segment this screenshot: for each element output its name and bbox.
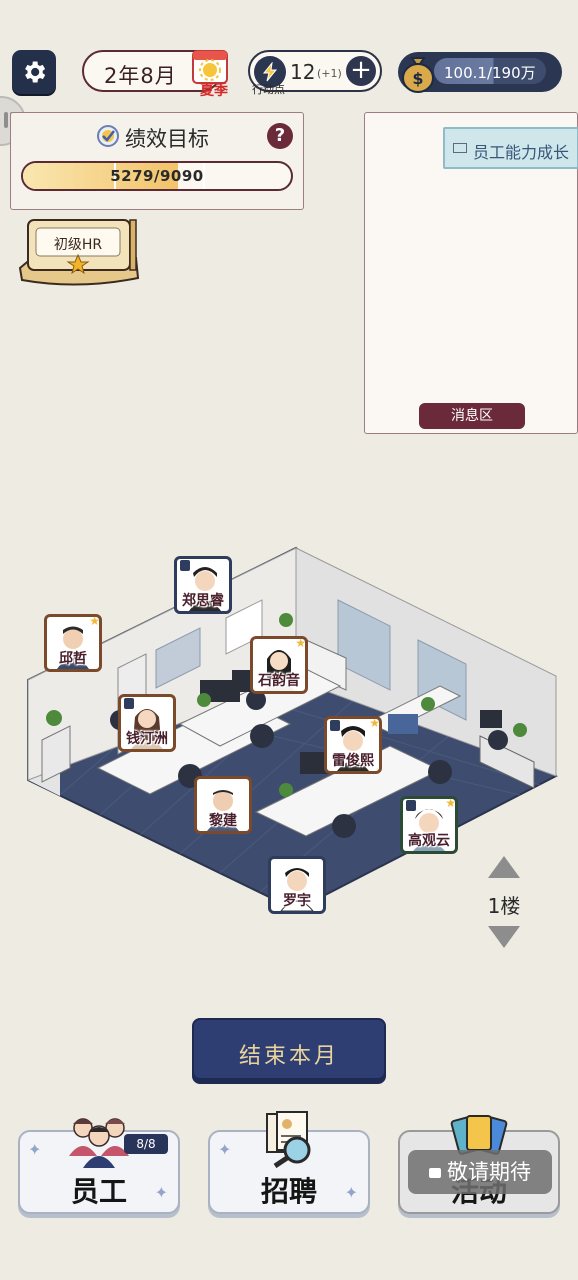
help-button[interactable]: ? xyxy=(267,123,293,149)
gear-icon xyxy=(25,61,46,83)
season-label: 夏季 xyxy=(200,83,228,99)
employee-card[interactable]: 郑思睿 xyxy=(174,556,232,614)
employee-card[interactable]: 罗宇 xyxy=(268,856,326,914)
envelope-icon xyxy=(453,143,467,153)
lock-icon xyxy=(429,1168,441,1178)
performance-value: 5279/9090 xyxy=(110,167,204,185)
employee-name: 石韵音 xyxy=(258,673,300,689)
recruit-button[interactable]: ✦ ✦ 招聘 xyxy=(208,1111,370,1214)
star-icon: ★ xyxy=(89,614,100,628)
message-item[interactable]: 员工能力成长 xyxy=(443,127,578,169)
floor-up-arrow-icon[interactable] xyxy=(488,856,520,878)
employee-name: 黎建 xyxy=(209,813,237,829)
message-zone-label[interactable]: 消息区 xyxy=(419,403,525,429)
activity-button[interactable]: 活动 敬请期待 xyxy=(398,1115,560,1214)
star-icon: ★ xyxy=(295,636,306,650)
employee-name: 雷俊熙 xyxy=(332,753,374,769)
message-item-text: 员工能力成长 xyxy=(473,143,570,162)
end-month-button[interactable]: 结束本月 xyxy=(192,1018,386,1084)
employee-card[interactable]: 钱汀洲 xyxy=(118,694,176,752)
message-panel: 员工能力成长 消息区 xyxy=(364,112,578,434)
date-text: 2年8月 xyxy=(104,64,177,88)
end-month-label: 结束本月 xyxy=(238,1044,339,1069)
employee-card[interactable]: ★ 高观云 xyxy=(400,796,458,854)
employee-name: 高观云 xyxy=(408,833,450,849)
floor-label: 1楼 xyxy=(487,894,521,918)
employee-card[interactable]: 黎建 xyxy=(194,776,252,834)
star-icon: ★ xyxy=(369,716,380,730)
employee-card[interactable]: ★ 邱哲 xyxy=(44,614,102,672)
staff-group-icon xyxy=(69,1118,129,1168)
manager-badge-icon xyxy=(124,698,134,709)
performance-title: 绩效目标 xyxy=(125,127,209,151)
target-icon xyxy=(97,125,119,147)
money-bag-icon: $ xyxy=(402,57,434,93)
employee-name: 罗宇 xyxy=(283,893,311,909)
employee-name: 邱哲 xyxy=(59,651,87,667)
rank-title: 初级HR xyxy=(53,237,103,253)
employee-card[interactable]: ★ 石韵音 xyxy=(250,636,308,694)
sparkle-icon: ✦ xyxy=(218,1140,232,1159)
recruit-magnifier-icon xyxy=(266,1111,311,1168)
rank-plaque[interactable]: 初级HR xyxy=(18,218,140,288)
locked-overlay: 敬请期待 xyxy=(408,1150,552,1194)
star-icon: ★ xyxy=(445,796,456,810)
action-points-increment: (+1) xyxy=(317,67,342,80)
employee-card[interactable]: ★ 雷俊熙 xyxy=(324,716,382,774)
staff-button[interactable]: 8/8 ✦ ✦ 员工 xyxy=(18,1118,180,1214)
floor-down-arrow-icon[interactable] xyxy=(488,926,520,948)
performance-progress-bar: 5279/9090 xyxy=(21,161,293,191)
manager-badge-icon xyxy=(406,800,416,811)
date-display: 2年8月 夏季 xyxy=(82,50,228,99)
manager-badge-icon xyxy=(180,560,190,571)
sparkle-icon: ✦ xyxy=(28,1140,42,1159)
action-points-value: 12 xyxy=(290,60,316,84)
recruit-label: 招聘 xyxy=(260,1175,317,1208)
staff-label: 员工 xyxy=(70,1175,127,1208)
settings-button[interactable] xyxy=(12,50,56,94)
add-action-points-button[interactable]: + xyxy=(346,56,376,86)
locked-text: 敬请期待 xyxy=(447,1160,531,1184)
employee-name: 郑思睿 xyxy=(182,593,224,609)
staff-count-badge: 8/8 xyxy=(124,1134,168,1154)
employee-name: 钱汀洲 xyxy=(126,731,168,747)
performance-panel: 绩效目标 ? 5279/9090 xyxy=(10,112,304,210)
action-points-display: 12 (+1) 行动点 + xyxy=(248,50,382,96)
action-points-label: 行动点 xyxy=(252,83,285,96)
money-value: 100.1/190万 xyxy=(444,64,536,82)
manager-badge-icon xyxy=(330,720,340,731)
svg-text:$: $ xyxy=(412,69,423,88)
money-display: $ 100.1/190万 xyxy=(398,52,562,93)
